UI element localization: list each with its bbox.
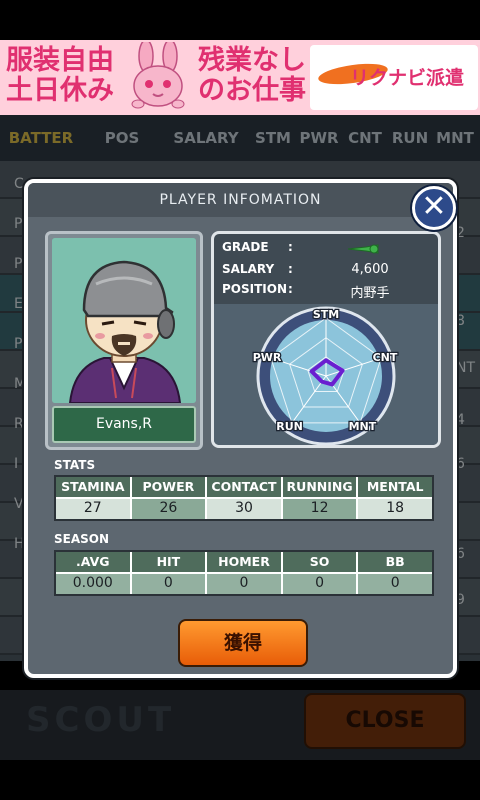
grade-label: GRADE (222, 240, 269, 254)
acquire-button[interactable]: 獲得 (178, 619, 308, 667)
ad-left-text: 服装自由 土日休み (6, 45, 114, 106)
grade-row: GRADE : (214, 240, 438, 260)
season-table: .AVG HIT HOMER SO BB 0.000 0 0 0 0 (54, 550, 434, 596)
season-value: 0.000 (56, 574, 130, 594)
season-header: HOMER (207, 552, 281, 572)
stats-header: MENTAL (358, 477, 432, 497)
stats-value: 30 (207, 499, 281, 519)
player-portrait: Evans,R (45, 231, 203, 450)
stats-value: 27 (56, 499, 130, 519)
radar-svg: STM CNT MNT RUN PWR (251, 306, 399, 445)
season-value: 0 (358, 574, 432, 594)
stats-label: STATS (54, 458, 96, 472)
season-header: HIT (131, 552, 206, 572)
player-info-dialog: PLAYER INFOMATION Evans,R GRADE: SALARY… (24, 179, 457, 678)
season-header: BB (358, 552, 432, 572)
ad-logo: リクナビ派遣 (310, 45, 478, 110)
stats-value: 18 (358, 499, 432, 519)
player-info-panel: GRADE : SALARY : 4,600 POSITION : 内野手 ST… (211, 231, 441, 448)
radar-axis-label: CNT (373, 351, 398, 364)
ad-banner[interactable]: 服装自由 土日休み 残業なし のお仕事 リクナビ派遣 (0, 40, 480, 115)
season-header: .AVG (56, 552, 130, 572)
radar-chart: STM CNT MNT RUN PWR (214, 304, 438, 445)
stats-header: RUNNING (282, 477, 357, 497)
stats-value: 12 (282, 499, 357, 519)
close-icon[interactable]: ✕ (412, 186, 456, 230)
dialog-title: PLAYER INFOMATION (28, 183, 453, 217)
player-avatar (52, 238, 196, 403)
radar-axis-label: RUN (276, 420, 303, 433)
season-value: 0 (282, 574, 357, 594)
ad-right-text: 残業なし のお仕事 (198, 45, 306, 106)
season-value: 0 (207, 574, 281, 594)
stats-header: CONTACT (207, 477, 281, 497)
season-value: 0 (131, 574, 206, 594)
status-bar (0, 0, 480, 40)
stats-header: STAMINA (56, 477, 130, 497)
position-row: POSITION : 内野手 (214, 282, 438, 302)
season-label: SEASON (54, 532, 110, 546)
season-header: SO (282, 552, 357, 572)
bunny-mascot-icon (131, 42, 185, 109)
stats-table: STAMINA POWER CONTACT RUNNING MENTAL 27 26 30 12… (54, 475, 434, 521)
salary-value: 4,600 (351, 262, 389, 277)
grade-bat-icon (347, 244, 379, 254)
player-name: Evans,R (52, 406, 196, 443)
radar-axis-label: MNT (349, 420, 377, 433)
salary-row: SALARY : 4,600 (214, 262, 438, 282)
nav-bar (0, 760, 480, 800)
salary-label: SALARY (222, 262, 275, 276)
radar-axis-label: STM (313, 308, 339, 321)
player-face-icon (52, 238, 196, 403)
stats-value: 26 (131, 499, 206, 519)
position-value: 内野手 (350, 286, 390, 301)
stats-header: POWER (131, 477, 206, 497)
radar-axis-label: PWR (253, 351, 282, 364)
position-label: POSITION (222, 282, 287, 296)
